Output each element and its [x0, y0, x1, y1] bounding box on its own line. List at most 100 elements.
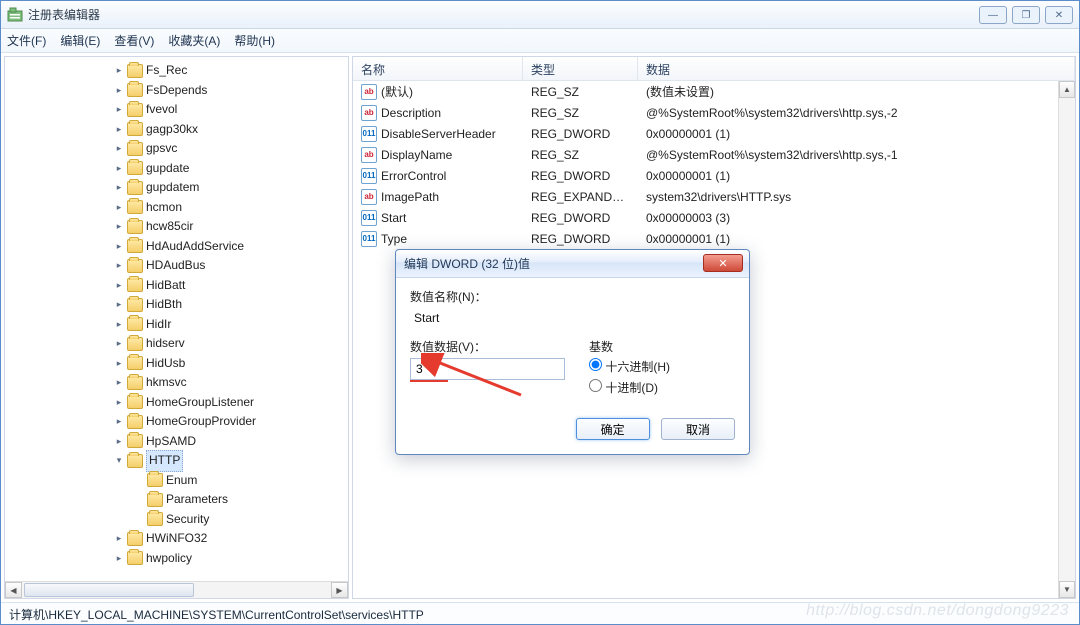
folder-icon	[127, 239, 143, 253]
expand-icon[interactable]: ▸	[113, 318, 125, 330]
menu-view[interactable]: 查看(V)	[114, 32, 154, 49]
expand-icon[interactable]: ▸	[113, 221, 125, 233]
folder-icon	[127, 181, 143, 195]
tree-node-hidusb[interactable]: ▸ HidUsb	[13, 354, 348, 374]
menu-help[interactable]: 帮助(H)	[234, 32, 275, 49]
tree-node-hcw85cir[interactable]: ▸hcw85cir	[13, 217, 348, 237]
tree-node-gagp30kx[interactable]: ▸gagp30kx	[13, 120, 348, 140]
tree-node-gupdatem[interactable]: ▸gupdatem	[13, 178, 348, 198]
tree-label: hwpolicy	[146, 549, 192, 569]
expand-icon[interactable]: ▸	[113, 338, 125, 350]
minimize-button[interactable]: —	[979, 6, 1007, 24]
list-v-scrollbar[interactable]: ▲ ▼	[1058, 81, 1075, 598]
scroll-left-icon[interactable]: ◀	[5, 582, 22, 598]
value-name: Description	[381, 106, 441, 120]
folder-icon	[127, 298, 143, 312]
tree-node-fvevol[interactable]: ▸fvevol	[13, 100, 348, 120]
tree-label: HTTP	[146, 450, 183, 472]
ok-button[interactable]: 确定	[576, 418, 650, 440]
scroll-up-icon[interactable]: ▲	[1059, 81, 1075, 98]
tree-node-hidserv[interactable]: ▸hidserv	[13, 334, 348, 354]
expand-icon[interactable]: ▸	[113, 143, 125, 155]
scroll-right-icon[interactable]: ▶	[331, 582, 348, 598]
table-row[interactable]: ab(默认)REG_SZ(数值未设置)	[353, 81, 1075, 102]
expand-icon[interactable]: ▸	[113, 279, 125, 291]
scroll-thumb[interactable]	[24, 583, 194, 597]
expand-icon[interactable]: ▸	[113, 416, 125, 428]
tree-node-security[interactable]: Security	[13, 510, 348, 530]
expand-icon[interactable]: ▸	[113, 435, 125, 447]
expand-icon[interactable]: ▸	[113, 377, 125, 389]
radix-hex-radio[interactable]: 十六进制(H)	[589, 358, 670, 375]
expand-icon[interactable]: ▸	[113, 299, 125, 311]
tree-node-hdaudaddservice[interactable]: ▸HdAudAddService	[13, 237, 348, 257]
tree-node-hdaudbus[interactable]: ▸HDAudBus	[13, 256, 348, 276]
tree-node-hidbth[interactable]: ▸HidBth	[13, 295, 348, 315]
menu-edit[interactable]: 编辑(E)	[60, 32, 100, 49]
tree-node-homegrouplistener[interactable]: ▸ HomeGroupListener	[13, 393, 348, 413]
dialog-title-bar[interactable]: 编辑 DWORD (32 位)值 ✕	[396, 250, 749, 278]
tree-label: gpsvc	[146, 139, 177, 159]
col-header-type[interactable]: 类型	[523, 57, 638, 80]
tree-node-hidir[interactable]: ▸ HidIr	[13, 315, 348, 335]
expand-icon[interactable]: ▸	[113, 357, 125, 369]
tree-node-fsdepends[interactable]: ▸FsDepends	[13, 81, 348, 101]
tree-node-enum[interactable]: Enum	[13, 471, 348, 491]
tree-label: HomeGroupProvider	[146, 412, 256, 432]
expand-icon[interactable]: ▸	[113, 162, 125, 174]
tree-node-hcmon[interactable]: ▸ hcmon	[13, 198, 348, 218]
table-row[interactable]: 011ErrorControlREG_DWORD0x00000001 (1)	[353, 165, 1075, 186]
tree-label: hcmon	[146, 198, 182, 218]
radix-dec-radio[interactable]: 十进制(D)	[589, 379, 670, 396]
tree-node-hkmsvc[interactable]: ▸hkmsvc	[13, 373, 348, 393]
tree-label: HidUsb	[146, 354, 185, 374]
binary-value-icon: 011	[361, 231, 377, 247]
tree-node-fs_rec[interactable]: ▸Fs_Rec	[13, 61, 348, 81]
table-row[interactable]: abDescriptionREG_SZ@%SystemRoot%\system3…	[353, 102, 1075, 123]
close-button[interactable]: ✕	[1045, 6, 1073, 24]
tree-node-gupdate[interactable]: ▸gupdate	[13, 159, 348, 179]
tree-node-hwpolicy[interactable]: ▸ hwpolicy	[13, 549, 348, 569]
maximize-button[interactable]: ❐	[1012, 6, 1040, 24]
folder-icon	[127, 278, 143, 292]
tree-node-hpsamd[interactable]: ▸HpSAMD	[13, 432, 348, 452]
menu-favorites[interactable]: 收藏夹(A)	[168, 32, 220, 49]
expand-icon[interactable]: ▸	[113, 65, 125, 77]
tree-h-scrollbar[interactable]: ◀ ▶	[5, 581, 348, 598]
tree-label: HidIr	[146, 315, 171, 335]
expand-icon[interactable]: ▸	[113, 104, 125, 116]
table-row[interactable]: 011StartREG_DWORD0x00000003 (3)	[353, 207, 1075, 228]
dialog-title: 编辑 DWORD (32 位)值	[404, 255, 530, 272]
col-header-data[interactable]: 数据	[638, 57, 1075, 80]
tree-label: HomeGroupListener	[146, 393, 254, 413]
dialog-close-button[interactable]: ✕	[703, 254, 743, 272]
scroll-down-icon[interactable]: ▼	[1059, 581, 1075, 598]
value-data-input[interactable]	[410, 358, 565, 380]
table-row[interactable]: abImagePathREG_EXPAND_SZsystem32\drivers…	[353, 186, 1075, 207]
table-row[interactable]: 011TypeREG_DWORD0x00000001 (1)	[353, 228, 1075, 249]
expand-icon[interactable]: ▸	[113, 396, 125, 408]
tree-node-parameters[interactable]: Parameters	[13, 490, 348, 510]
value-type: REG_SZ	[523, 148, 638, 162]
folder-icon	[127, 220, 143, 234]
tree-node-hidbatt[interactable]: ▸HidBatt	[13, 276, 348, 296]
expand-icon[interactable]: ▸	[113, 260, 125, 272]
collapse-icon[interactable]: ▾	[113, 455, 125, 467]
menu-file[interactable]: 文件(F)	[7, 32, 46, 49]
expand-icon[interactable]: ▸	[113, 552, 125, 564]
tree-node-hwinfo32[interactable]: ▸HWiNFO32	[13, 529, 348, 549]
expand-icon[interactable]: ▸	[113, 123, 125, 135]
expand-icon[interactable]: ▸	[113, 84, 125, 96]
base-label: 基数	[589, 338, 670, 355]
tree-node-homegroupprovider[interactable]: ▸ HomeGroupProvider	[13, 412, 348, 432]
tree-node-http[interactable]: ▾ HTTP	[13, 451, 348, 471]
col-header-name[interactable]: 名称	[353, 57, 523, 80]
expand-icon[interactable]: ▸	[113, 240, 125, 252]
expand-icon[interactable]: ▸	[113, 533, 125, 545]
expand-icon[interactable]: ▸	[113, 182, 125, 194]
table-row[interactable]: 011DisableServerHeaderREG_DWORD0x0000000…	[353, 123, 1075, 144]
expand-icon[interactable]: ▸	[113, 201, 125, 213]
tree-node-gpsvc[interactable]: ▸ gpsvc	[13, 139, 348, 159]
cancel-button[interactable]: 取消	[661, 418, 735, 440]
table-row[interactable]: abDisplayNameREG_SZ@%SystemRoot%\system3…	[353, 144, 1075, 165]
